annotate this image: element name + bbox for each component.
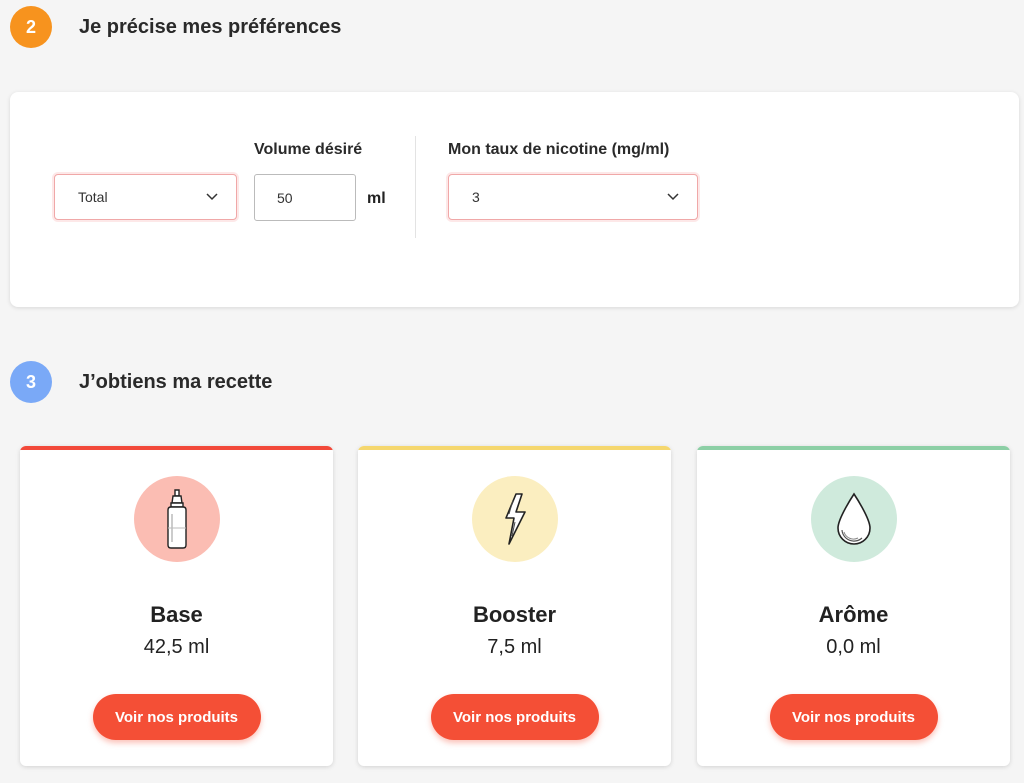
- recipe-title: Base: [150, 602, 203, 627]
- step-3-badge: 3: [10, 361, 52, 403]
- chevron-down-icon: [667, 193, 679, 201]
- card-accent-bar: [20, 446, 333, 450]
- mode-select[interactable]: Total: [54, 174, 237, 220]
- recipe-title: Booster: [472, 602, 557, 627]
- icon-circle: [133, 476, 220, 562]
- drop-icon: [836, 492, 871, 545]
- recipe-card-arome: Arôme 0,0 ml Voir nos produits: [697, 446, 1010, 766]
- mode-select-value: Total: [78, 189, 108, 205]
- step-2-badge: 2: [10, 6, 52, 48]
- recipe-title: Arôme: [818, 602, 889, 627]
- volume-input[interactable]: 50: [254, 174, 356, 221]
- chevron-down-icon: [206, 193, 218, 201]
- see-products-button[interactable]: Voir nos produits: [92, 694, 261, 740]
- field-divider: [415, 136, 416, 238]
- step-2-title: Je précise mes préférences: [79, 15, 342, 38]
- bottle-icon: [166, 489, 187, 549]
- recipe-value: 0,0 ml: [826, 636, 881, 658]
- nicotine-select-value: 3: [472, 189, 480, 205]
- step-3-title: J’obtiens ma recette: [79, 370, 273, 393]
- see-products-button[interactable]: Voir nos produits: [430, 694, 599, 740]
- recipe-value: 7,5 ml: [487, 636, 542, 658]
- icon-circle: [471, 476, 558, 562]
- nicotine-label: Mon taux de nicotine (mg/ml): [448, 141, 670, 158]
- nicotine-select[interactable]: 3: [448, 174, 698, 220]
- volume-unit: ml: [367, 190, 386, 207]
- lightning-icon: [504, 493, 526, 545]
- step-2-header: 2 Je précise mes préférences: [10, 6, 341, 48]
- step-3-header: 3 J’obtiens ma recette: [10, 361, 272, 403]
- volume-label: Volume désiré: [254, 141, 363, 158]
- recipe-card-base: Base 42,5 ml Voir nos produits: [20, 446, 333, 766]
- card-accent-bar: [697, 446, 1010, 450]
- recipe-value: 42,5 ml: [143, 636, 210, 658]
- icon-circle: [810, 476, 897, 562]
- preferences-card: Total Volume désiré 50 ml Mon taux de ni…: [10, 92, 1019, 307]
- recipe-card-booster: Booster 7,5 ml Voir nos produits: [358, 446, 671, 766]
- card-accent-bar: [358, 446, 671, 450]
- see-products-button[interactable]: Voir nos produits: [769, 694, 938, 740]
